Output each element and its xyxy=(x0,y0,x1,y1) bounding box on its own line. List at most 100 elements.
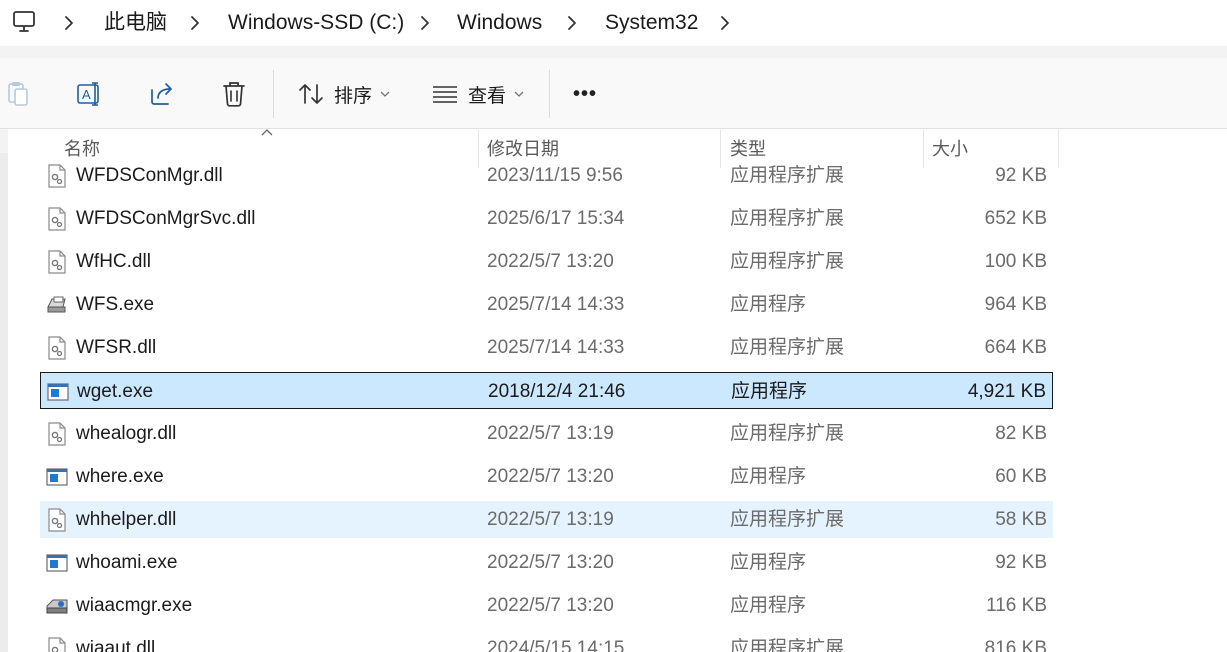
file-row[interactable]: WfHC.dll 2022/5/7 13:20 应用程序扩展 100 KB xyxy=(40,243,1053,280)
fax-scan-icon xyxy=(46,293,68,317)
sort-ascending-icon xyxy=(261,129,273,136)
file-type: 应用程序 xyxy=(731,381,808,402)
file-row[interactable]: WFSR.dll 2025/7/14 14:33 应用程序扩展 664 KB xyxy=(40,329,1053,366)
file-date: 2025/6/17 15:34 xyxy=(487,208,625,229)
share-icon xyxy=(151,83,172,105)
file-name: where.exe xyxy=(76,466,164,487)
file-date: 2025/7/14 14:33 xyxy=(487,337,625,358)
file-date: 2024/5/15 14:15 xyxy=(487,638,625,652)
exe-window-icon xyxy=(47,380,69,404)
file-date: 2023/11/15 9:56 xyxy=(487,165,623,186)
file-name: wget.exe xyxy=(77,381,154,402)
more-options-button[interactable]: ••• xyxy=(573,76,597,112)
file-row[interactable]: WFS.exe 2025/7/14 14:33 应用程序 964 KB xyxy=(40,286,1053,323)
file-type: 应用程序扩展 xyxy=(730,423,845,444)
chevron-right-icon[interactable] xyxy=(62,12,76,34)
file-name: WFDSConMgr.dll xyxy=(76,165,223,186)
file-row[interactable]: whealogr.dll 2022/5/7 13:19 应用程序扩展 82 KB xyxy=(40,415,1053,452)
breadcrumb-system32[interactable]: System32 xyxy=(605,8,698,38)
file-name: whealogr.dll xyxy=(76,423,177,444)
address-bar: 此电脑 Windows-SSD (C:) Windows System32 xyxy=(0,0,1227,46)
this-pc-icon[interactable] xyxy=(12,10,36,34)
share-button[interactable] xyxy=(148,76,176,112)
file-date: 2022/5/7 13:19 xyxy=(487,423,614,444)
chevron-down-icon xyxy=(380,91,390,97)
file-row[interactable]: wiaaut.dll 2024/5/15 14:15 应用程序扩展 816 KB xyxy=(40,630,1053,652)
file-date: 2022/5/7 13:20 xyxy=(487,552,614,573)
exe-window-icon xyxy=(46,465,68,489)
file-type: 应用程序扩展 xyxy=(730,337,845,358)
file-name: whoami.exe xyxy=(76,552,178,573)
list-view-icon xyxy=(433,86,457,103)
delete-button[interactable] xyxy=(221,76,247,112)
chevron-right-icon[interactable] xyxy=(718,12,732,34)
view-label: 查看 xyxy=(468,85,507,107)
file-name: wiaaut.dll xyxy=(76,638,156,652)
chevron-right-icon[interactable] xyxy=(188,12,202,34)
file-row[interactable]: WFDSConMgrSvc.dll 2025/6/17 15:34 应用程序扩展 65… xyxy=(40,200,1053,237)
file-size: 58 KB xyxy=(995,509,1047,530)
chevron-right-icon[interactable] xyxy=(565,12,579,34)
trash-icon xyxy=(223,82,245,107)
file-row[interactable]: whhelper.dll 2022/5/7 13:19 应用程序扩展 58 KB xyxy=(40,501,1053,538)
dll-icon xyxy=(46,422,68,446)
file-size: 652 KB xyxy=(984,208,1047,229)
file-row[interactable]: wiaacmgr.exe 2022/5/7 13:20 应用程序 116 KB xyxy=(40,587,1053,624)
file-size: 664 KB xyxy=(984,337,1047,358)
file-date: 2022/5/7 13:20 xyxy=(487,251,614,272)
view-button[interactable]: 查看 xyxy=(432,76,524,112)
file-date: 2022/5/7 13:20 xyxy=(487,466,614,487)
file-size: 816 KB xyxy=(984,638,1047,652)
file-row[interactable]: WFDSConMgr.dll 2023/11/15 9:56 应用程序扩展 92 KB xyxy=(40,157,1053,194)
file-size: 4,921 KB xyxy=(967,381,1046,402)
file-size: 92 KB xyxy=(995,552,1047,573)
file-list: WFDSConMgr.dll 2023/11/15 9:56 应用程序扩展 92 KB… xyxy=(0,155,1227,652)
rename-icon: A xyxy=(77,82,99,106)
dll-icon xyxy=(46,336,68,360)
breadcrumb-windows[interactable]: Windows xyxy=(457,8,542,38)
command-bar: A 排序 查看 ••• xyxy=(0,58,1227,129)
file-size: 92 KB xyxy=(995,165,1047,186)
address-bar-bottom xyxy=(0,46,1227,58)
file-type: 应用程序扩展 xyxy=(730,208,845,229)
dll-icon xyxy=(46,207,68,231)
file-type: 应用程序扩展 xyxy=(730,509,845,530)
file-size: 116 KB xyxy=(986,595,1047,616)
dll-icon xyxy=(46,508,68,532)
toolbar-separator xyxy=(549,70,550,118)
paste-button[interactable] xyxy=(6,76,32,112)
file-name: WFS.exe xyxy=(76,294,155,315)
breadcrumb-this-pc[interactable]: 此电脑 xyxy=(104,8,167,38)
chevron-down-icon xyxy=(514,91,524,97)
chevron-right-icon[interactable] xyxy=(418,12,432,34)
file-name: wiaacmgr.exe xyxy=(76,595,193,616)
file-name: WFDSConMgrSvc.dll xyxy=(76,208,256,229)
file-type: 应用程序 xyxy=(730,466,807,487)
rename-button[interactable]: A xyxy=(76,76,104,112)
file-size: 82 KB xyxy=(995,423,1047,444)
file-type: 应用程序 xyxy=(730,595,807,616)
svg-text:A: A xyxy=(82,87,91,102)
dll-icon xyxy=(46,637,68,652)
file-type: 应用程序扩展 xyxy=(730,165,845,186)
file-date: 2022/5/7 13:20 xyxy=(487,595,614,616)
toolbar-separator xyxy=(273,70,274,118)
file-type: 应用程序 xyxy=(730,552,807,573)
file-size: 60 KB xyxy=(995,466,1047,487)
file-name: whhelper.dll xyxy=(76,509,177,530)
file-date: 2018/12/4 21:46 xyxy=(488,381,626,402)
more-icon: ••• xyxy=(573,82,598,105)
file-date: 2025/7/14 14:33 xyxy=(487,294,625,315)
file-name: WfHC.dll xyxy=(76,251,151,272)
file-row[interactable]: where.exe 2022/5/7 13:20 应用程序 60 KB xyxy=(40,458,1053,495)
file-type: 应用程序 xyxy=(730,294,807,315)
dll-icon xyxy=(46,250,68,274)
clipboard-icon xyxy=(8,82,28,106)
sort-button[interactable]: 排序 xyxy=(298,76,390,112)
file-row[interactable]: wget.exe 2018/12/4 21:46 应用程序 4,921 KB xyxy=(40,372,1053,409)
sort-label: 排序 xyxy=(334,85,373,107)
file-row[interactable]: whoami.exe 2022/5/7 13:20 应用程序 92 KB xyxy=(40,544,1053,581)
breadcrumb-drive[interactable]: Windows-SSD (C:) xyxy=(228,8,404,38)
exe-window-icon xyxy=(46,551,68,575)
file-name: WFSR.dll xyxy=(76,337,157,358)
